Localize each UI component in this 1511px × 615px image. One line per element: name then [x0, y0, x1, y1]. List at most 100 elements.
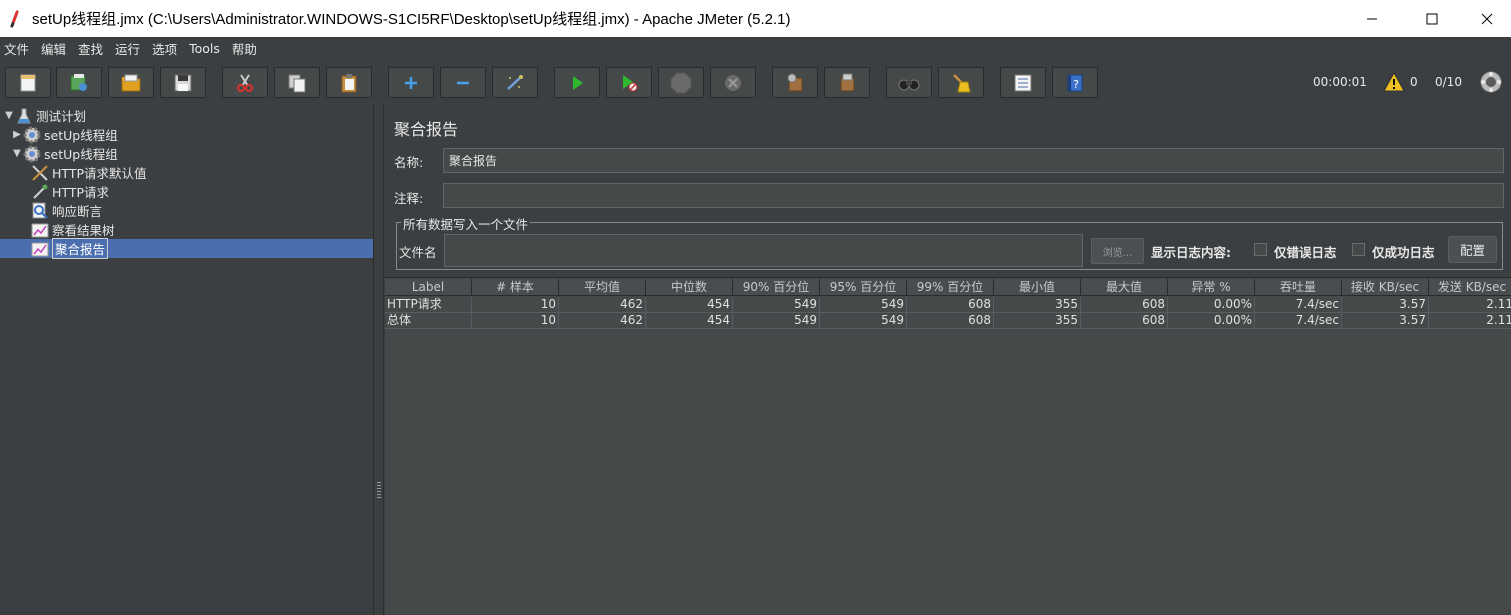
menu-options[interactable]: 选项	[147, 39, 182, 58]
filename-input[interactable]	[444, 234, 1083, 267]
menu-search[interactable]: 查找	[73, 39, 108, 58]
templates-button[interactable]	[56, 67, 102, 98]
menu-help[interactable]: 帮助	[227, 39, 262, 58]
col-header-received[interactable]: 接收 KB/sec	[1342, 279, 1429, 296]
play-no-timers-icon	[623, 74, 638, 91]
new-plan-button[interactable]	[5, 67, 51, 98]
file-output-legend: 所有数据写入一个文件	[401, 214, 531, 233]
wand-icon	[507, 74, 523, 90]
search-button[interactable]	[886, 67, 932, 98]
shutdown-button[interactable]	[710, 67, 756, 98]
save-icon	[174, 74, 192, 91]
menu-edit[interactable]: 编辑	[36, 39, 71, 58]
toggle-button[interactable]	[492, 67, 538, 98]
binoculars-icon	[898, 79, 920, 90]
col-header-sent[interactable]: 发送 KB/sec	[1429, 279, 1511, 296]
name-input[interactable]	[443, 148, 1504, 173]
maximize-button[interactable]	[1401, 0, 1463, 37]
warning-indicator[interactable]: 0	[1383, 62, 1418, 102]
chart-listener-icon	[31, 222, 49, 238]
minimize-button[interactable]	[1343, 0, 1401, 37]
expand-all-button[interactable]	[388, 67, 434, 98]
window-title: setUp线程组.jmx (C:\Users\Administrator.WIN…	[32, 11, 791, 28]
help-book-icon: ?	[1067, 74, 1083, 91]
errors-only-checkbox[interactable]	[1254, 243, 1267, 256]
paste-icon	[341, 73, 357, 92]
clear-all-button[interactable]	[824, 67, 870, 98]
success-only-label: 仅成功日志	[1372, 245, 1435, 260]
col-header-p90[interactable]: 90% 百分位	[733, 279, 820, 296]
globe-icon	[1480, 71, 1502, 93]
tree-node-aggregate-report[interactable]: 聚合报告	[0, 238, 373, 259]
tree-toggle-collapsed-icon[interactable]: ▶	[11, 129, 23, 140]
wrench-screwdriver-icon	[31, 164, 49, 181]
broom-icon	[953, 73, 971, 92]
open-button[interactable]	[108, 67, 154, 98]
start-button[interactable]	[554, 67, 600, 98]
tree-toggle-expanded-icon[interactable]: ▼	[3, 110, 15, 121]
tree-node-view-results-tree[interactable]: 察看结果树	[31, 220, 115, 239]
reset-search-button[interactable]	[938, 67, 984, 98]
success-only-checkbox[interactable]	[1352, 243, 1365, 256]
col-header-max[interactable]: 最大值	[1081, 279, 1168, 296]
clear-button[interactable]	[772, 67, 818, 98]
save-button[interactable]	[160, 67, 206, 98]
gear-icon	[23, 126, 41, 143]
magnifier-document-icon	[31, 202, 49, 219]
copy-button[interactable]	[274, 67, 320, 98]
table-row[interactable]: 总体 10 462 454 549 549 608 355 608 0.00% …	[385, 313, 1511, 329]
stop-button[interactable]	[658, 67, 704, 98]
col-header-throughput[interactable]: 吞吐量	[1255, 279, 1342, 296]
tree-node-test-plan[interactable]: ▼ 测试计划	[3, 106, 86, 125]
title-bar: setUp线程组.jmx (C:\Users\Administrator.WIN…	[0, 0, 1511, 37]
drag-grip-icon[interactable]	[377, 482, 381, 498]
shutdown-icon	[725, 74, 741, 91]
menu-file[interactable]: 文件	[0, 39, 34, 58]
help-button[interactable]: ?	[1052, 67, 1098, 98]
browse-button[interactable]: 浏览...	[1091, 238, 1144, 264]
collapse-all-button[interactable]	[440, 67, 486, 98]
col-header-label[interactable]: Label	[385, 279, 472, 296]
col-header-error[interactable]: 异常 %	[1168, 279, 1255, 296]
thread-count: 0/10	[1435, 75, 1462, 89]
tree-node-setup-group-2[interactable]: ▼ setUp线程组	[11, 144, 118, 163]
close-icon	[1481, 13, 1493, 24]
split-pane-divider[interactable]	[374, 104, 384, 615]
test-plan-tree: ▼ 测试计划 ▶ setUp线程组 ▼ setUp线程组 HTTP请求默认值 H…	[0, 104, 374, 615]
start-no-pauses-button[interactable]	[606, 67, 652, 98]
scissors-icon	[237, 73, 253, 92]
warning-icon	[1383, 72, 1405, 92]
paste-button[interactable]	[326, 67, 372, 98]
minimize-icon	[1367, 18, 1377, 19]
configure-button[interactable]: 配置	[1448, 236, 1497, 263]
menu-tools[interactable]: Tools	[184, 41, 225, 56]
stop-icon	[670, 72, 692, 93]
tree-node-response-assertion[interactable]: 响应断言	[31, 201, 102, 220]
tree-node-http-defaults[interactable]: HTTP请求默认值	[31, 163, 147, 182]
menu-run[interactable]: 运行	[110, 39, 145, 58]
col-header-min[interactable]: 最小值	[994, 279, 1081, 296]
col-header-p99[interactable]: 99% 百分位	[907, 279, 994, 296]
panel-title: 聚合报告	[394, 120, 459, 139]
tree-toggle-expanded-icon[interactable]: ▼	[11, 148, 23, 159]
col-header-samples[interactable]: # 样本	[472, 279, 559, 296]
table-header: Label # 样本 平均值 中位数 90% 百分位 95% 百分位 99% 百…	[385, 279, 1511, 296]
col-header-average[interactable]: 平均值	[559, 279, 646, 296]
maximize-icon	[1426, 13, 1438, 24]
close-button[interactable]	[1463, 0, 1511, 37]
remote-indicator[interactable]	[1479, 62, 1503, 102]
function-helper-button[interactable]	[1000, 67, 1046, 98]
tree-node-http-request[interactable]: HTTP请求	[31, 182, 109, 201]
cut-button[interactable]	[222, 67, 268, 98]
broom-gear-icon	[787, 73, 803, 91]
comment-input[interactable]	[443, 183, 1504, 208]
svg-text:?: ?	[1073, 78, 1079, 91]
table-row[interactable]: HTTP请求 10 462 454 549 549 608 355 608 0.…	[385, 297, 1511, 313]
menu-bar: 文件 编辑 查找 运行 选项 Tools 帮助	[0, 37, 1511, 59]
tree-node-setup-group-1[interactable]: ▶ setUp线程组	[11, 125, 118, 144]
col-header-median[interactable]: 中位数	[646, 279, 733, 296]
col-header-p95[interactable]: 95% 百分位	[820, 279, 907, 296]
jmeter-feather-icon	[8, 10, 22, 28]
pipette-icon	[31, 184, 49, 200]
templates-icon	[70, 73, 87, 91]
